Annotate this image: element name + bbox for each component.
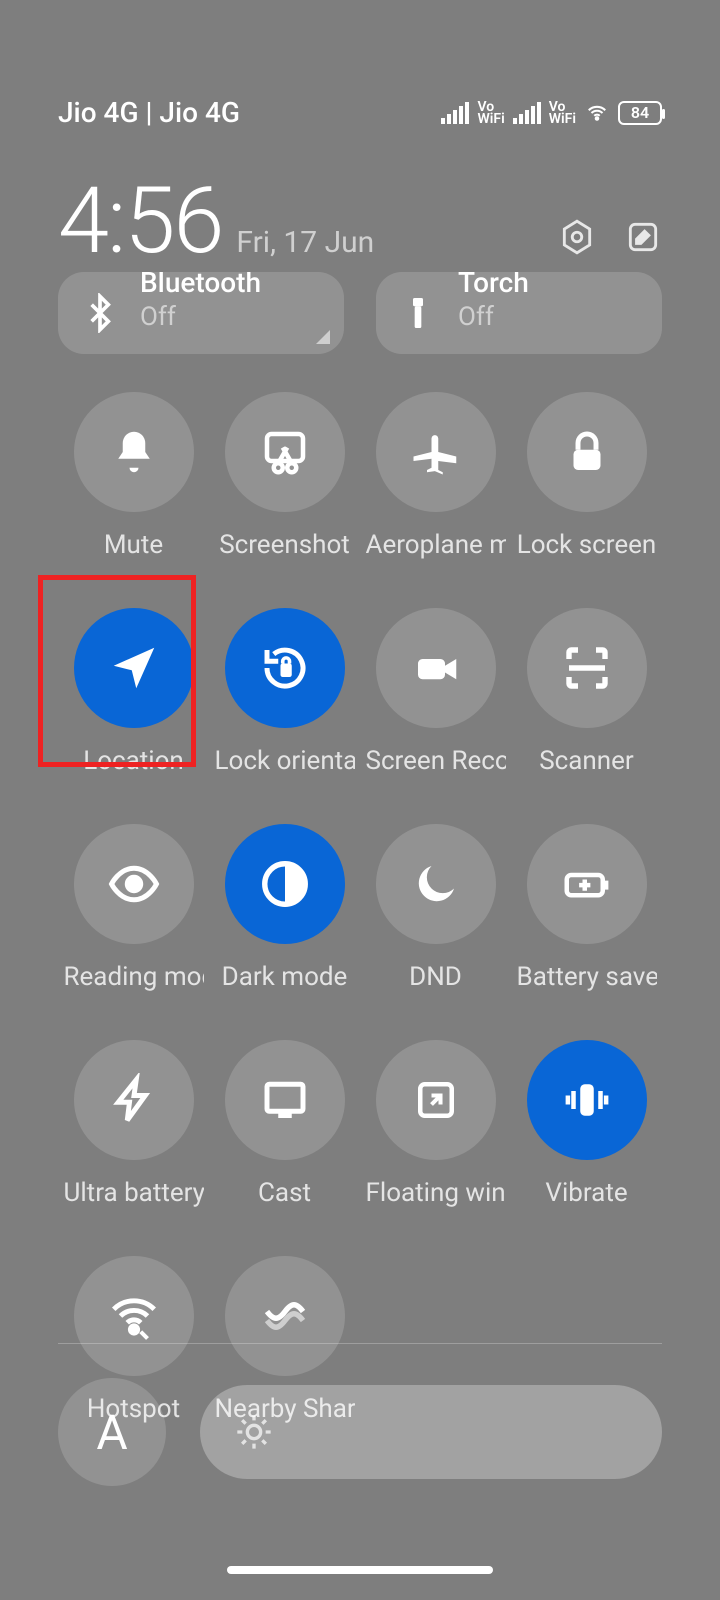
auto-brightness-button[interactable]: A <box>58 1378 166 1486</box>
tile-bluetooth[interactable]: Bluetooth Off <box>58 272 344 354</box>
vowifi-indicator-2: Vo WiFi <box>549 101 576 125</box>
bolt-icon <box>74 1040 194 1160</box>
brightness-slider[interactable] <box>200 1385 662 1479</box>
battery-percent: 84 <box>631 103 649 122</box>
tile-label: Vibrate <box>545 1178 627 1208</box>
tile-bluetooth-sub: Off <box>140 303 261 333</box>
nav-handle[interactable] <box>227 1566 493 1574</box>
tile-scanner[interactable]: Scanner <box>511 608 662 776</box>
tile-dark[interactable]: Dark mode <box>209 824 360 992</box>
vibrate-icon <box>527 1040 647 1160</box>
tile-label: Ultra battery saver <box>64 1178 204 1208</box>
battplus-icon <box>527 824 647 944</box>
tile-aeroplane[interactable]: Aeroplane mode <box>360 392 511 560</box>
tile-bluetooth-title: Bluetooth <box>140 272 261 299</box>
tile-label: Cast <box>258 1178 311 1208</box>
expand-icon[interactable] <box>316 330 330 344</box>
tile-torch-title: Torch <box>458 272 529 299</box>
divider <box>58 1343 662 1344</box>
contrast-icon <box>225 824 345 944</box>
gear-icon <box>558 218 596 256</box>
quick-settings-grid: Mute Screenshot Aeroplane mode Lock screen L… <box>58 392 662 1424</box>
scissors-icon <box>225 392 345 512</box>
signal-icon-1 <box>441 102 469 124</box>
tile-label: Lock orientation <box>215 746 355 776</box>
tile-label: Aeroplane mode <box>366 530 506 560</box>
settings-button[interactable] <box>558 218 596 260</box>
status-carrier-text: Jio 4G | Jio 4G <box>58 96 240 129</box>
battery-indicator: 84 <box>618 101 662 125</box>
tile-label: Screenshot <box>219 530 350 560</box>
tile-label: Dark mode <box>222 962 348 992</box>
tile-dnd[interactable]: DND <box>360 824 511 992</box>
rotlock-icon <box>225 608 345 728</box>
tile-screenrec[interactable]: Screen Recorder <box>360 608 511 776</box>
tile-floating[interactable]: Floating windows <box>360 1040 511 1208</box>
tile-torch[interactable]: Torch Off <box>376 272 662 354</box>
hotspot-icon <box>74 1256 194 1376</box>
tile-ultrabatt[interactable]: Ultra battery saver <box>58 1040 209 1208</box>
wifi-icon <box>584 102 610 124</box>
scan-icon <box>527 608 647 728</box>
moon-icon <box>376 824 496 944</box>
bluetooth-icon <box>80 293 120 333</box>
tile-label: Floating windows <box>366 1178 506 1208</box>
bell-icon <box>74 392 194 512</box>
brightness-row: A <box>58 1378 662 1486</box>
status-icons: Vo WiFi Vo WiFi 84 <box>441 101 662 125</box>
tile-label: Lock screen <box>517 530 657 560</box>
tile-screenshot[interactable]: Screenshot <box>209 392 360 560</box>
signal-icon-2 <box>513 102 541 124</box>
navarrow-icon <box>74 608 194 728</box>
tile-label: Screen Recorder <box>366 746 506 776</box>
nearby-icon <box>225 1256 345 1376</box>
tile-label: Reading mode <box>64 962 204 992</box>
edit-icon <box>624 218 662 256</box>
tile-label: Battery saver <box>517 962 657 992</box>
tile-label: Location <box>83 746 184 776</box>
tile-location[interactable]: Location <box>58 608 209 776</box>
tile-label: Mute <box>104 530 163 560</box>
tile-vibrate[interactable]: Vibrate <box>511 1040 662 1208</box>
plane-icon <box>376 392 496 512</box>
lock-icon <box>527 392 647 512</box>
vowifi-indicator-1: Vo WiFi <box>477 101 504 125</box>
torch-icon <box>398 293 438 333</box>
clock-row: 4:56 Fri, 17 Jun <box>58 176 662 268</box>
tile-reading[interactable]: Reading mode <box>58 824 209 992</box>
tile-mute[interactable]: Mute <box>58 392 209 560</box>
large-tile-row: Bluetooth Off Torch Off <box>58 272 662 354</box>
camcorder-icon <box>376 608 496 728</box>
tile-lockscreen[interactable]: Lock screen <box>511 392 662 560</box>
float-icon <box>376 1040 496 1160</box>
auto-brightness-label: A <box>96 1404 127 1461</box>
tile-label: DND <box>409 962 462 992</box>
clock-time: 4:56 <box>58 176 222 268</box>
tile-label: Scanner <box>539 746 634 776</box>
clock-date: Fri, 17 Jun <box>236 225 374 260</box>
edit-button[interactable] <box>624 218 662 260</box>
tile-battsave[interactable]: Battery saver <box>511 824 662 992</box>
eye-icon <box>74 824 194 944</box>
tile-lockorient[interactable]: Lock orientation <box>209 608 360 776</box>
tile-torch-sub: Off <box>458 303 529 333</box>
status-bar: Jio 4G | Jio 4G Vo WiFi Vo WiFi 84 <box>0 96 720 129</box>
brightness-icon <box>234 1412 274 1452</box>
cast-icon <box>225 1040 345 1160</box>
tile-cast[interactable]: Cast <box>209 1040 360 1208</box>
